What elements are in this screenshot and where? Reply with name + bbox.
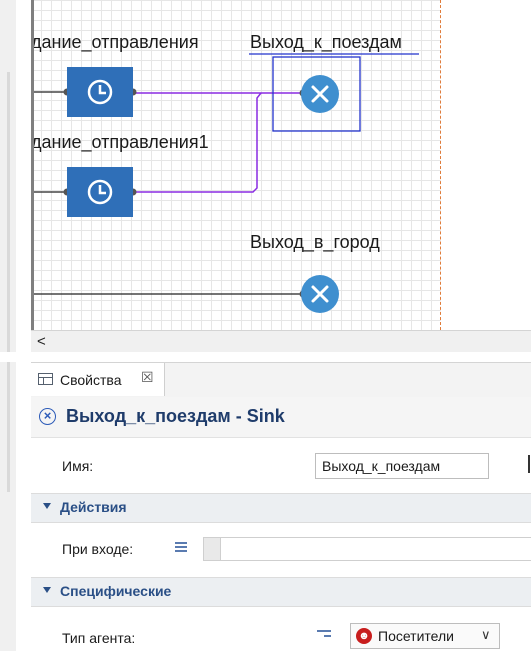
scroll-left-icon[interactable]: <	[37, 333, 46, 350]
section-title: Действия	[60, 499, 127, 515]
agent-type-label: Тип агента:	[62, 630, 136, 646]
section-actions[interactable]: Действия	[31, 493, 531, 523]
page-title: Выход_к_поездам - Sink	[66, 406, 285, 426]
value-mode-icon[interactable]	[317, 630, 331, 642]
chevron-down-icon[interactable]	[43, 503, 51, 509]
sink-label: Выход_в_город	[250, 232, 380, 252]
code-mode-icon[interactable]	[175, 542, 187, 554]
section-title: Специфические	[60, 583, 172, 599]
sink-label: Выход_к_поездам	[250, 32, 402, 52]
chevron-down-icon[interactable]	[43, 587, 51, 593]
panel-divider[interactable]	[0, 352, 531, 362]
tab-label: Свойства	[60, 372, 122, 388]
source-label: дание_отправления1	[31, 132, 209, 152]
left-gutter	[0, 0, 16, 651]
gutter-scrollbar[interactable]	[7, 72, 10, 492]
chevron-down-icon[interactable]: ∨	[481, 627, 491, 643]
properties-table-icon	[38, 373, 53, 385]
on-enter-code-field[interactable]	[203, 537, 531, 561]
on-enter-label: При входе:	[62, 541, 134, 557]
agent-icon: ☻	[356, 628, 372, 644]
name-field[interactable]: Выход_к_поездам	[315, 453, 489, 479]
properties-panel: × Выход_к_поездам - Sink Имя: Выход_к_по…	[31, 397, 531, 651]
agent-type-value: Посетители	[378, 628, 454, 644]
section-specific[interactable]: Специфические	[31, 577, 531, 607]
name-label: Имя:	[62, 458, 94, 474]
properties-header: × Выход_к_поездам - Sink	[31, 397, 531, 438]
close-icon[interactable]: ☒	[141, 369, 154, 386]
sink-x-icon[interactable]	[301, 75, 339, 113]
horizontal-scrollbar[interactable]: <	[31, 330, 531, 353]
source-label: дание_отправления	[31, 32, 199, 52]
sink-x-icon[interactable]	[301, 275, 339, 313]
canvas-border	[31, 0, 34, 330]
agent-type-select[interactable]: ☻ Посетители ∨	[350, 623, 500, 649]
tab-properties[interactable]: Свойства ☒	[31, 363, 165, 396]
clock-icon[interactable]	[67, 167, 133, 217]
field-edge	[528, 455, 530, 473]
sink-x-icon: ×	[39, 408, 56, 425]
canvas-outside-area	[441, 0, 531, 330]
clock-icon[interactable]	[67, 67, 133, 117]
properties-tab-bar: Свойства ☒	[31, 362, 531, 398]
canvas-boundary-line	[440, 0, 441, 330]
field-thumb	[204, 538, 221, 560]
